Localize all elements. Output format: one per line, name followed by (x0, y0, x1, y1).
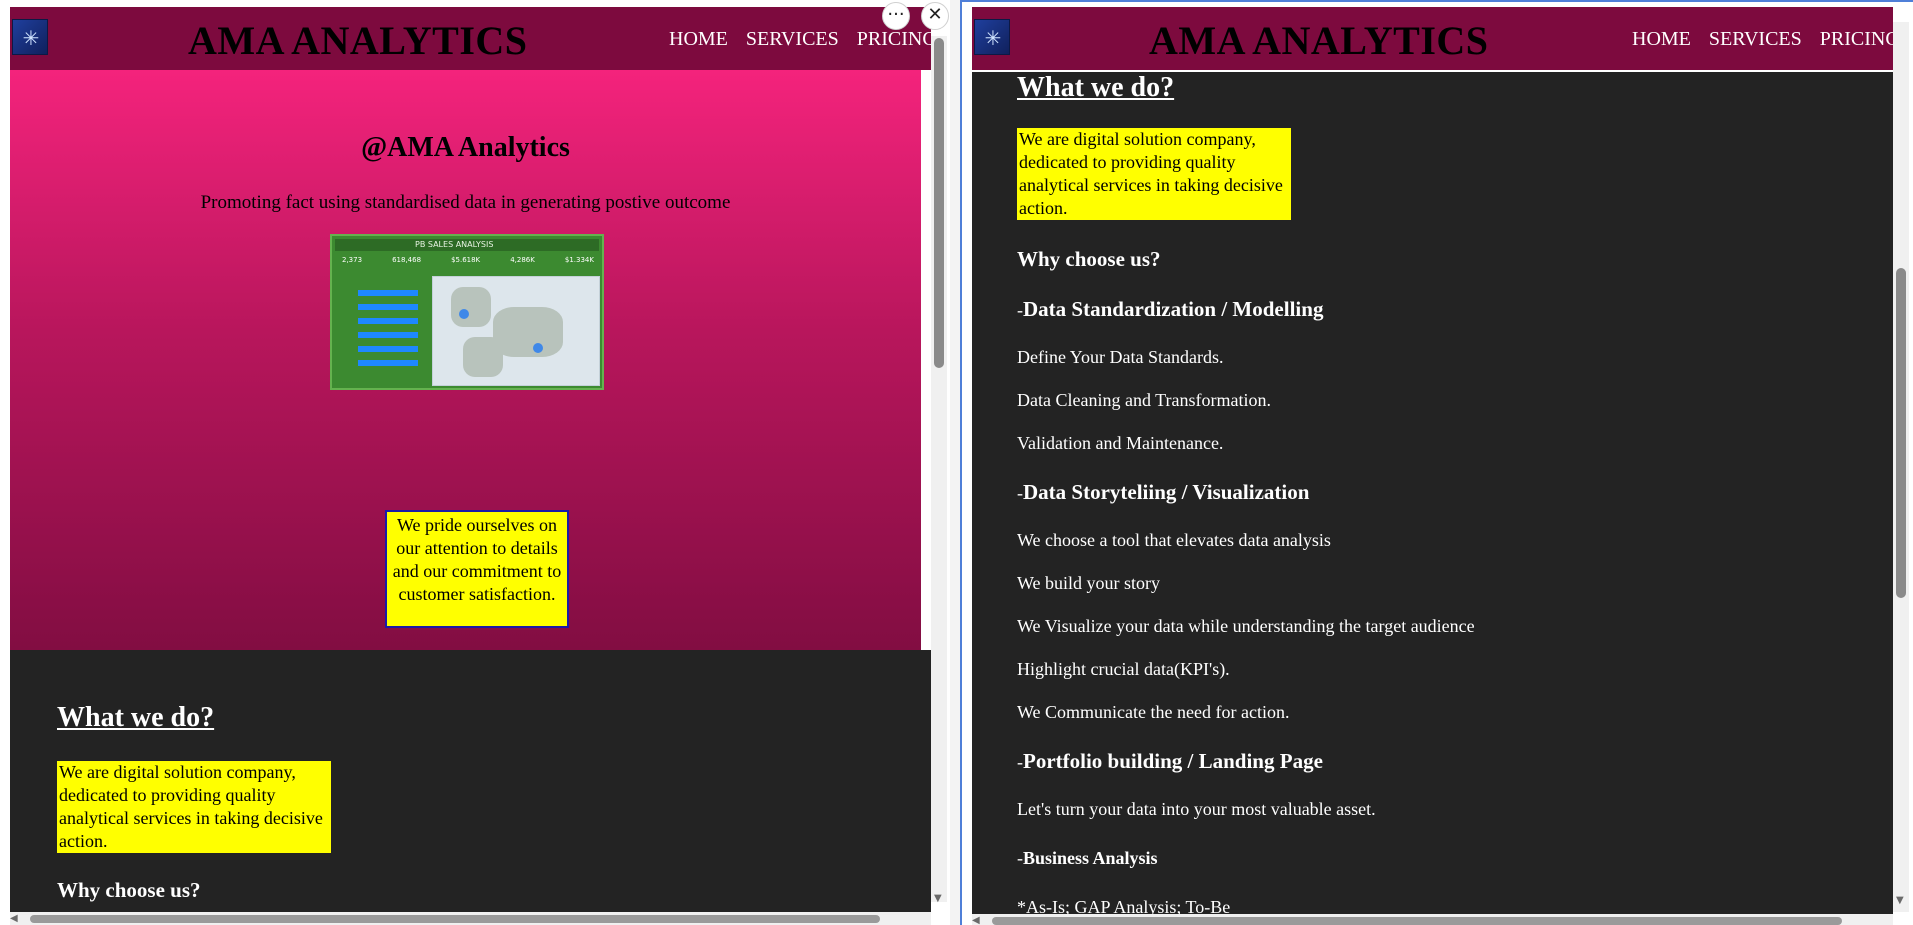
intro-highlight: We are digital solution company, dedicat… (1017, 128, 1291, 220)
right-vertical-scroll-thumb[interactable] (1896, 268, 1906, 598)
service-item: Let's turn your data into your most valu… (1017, 799, 1376, 819)
dashboard-preview-image: PB SALES ANALYSIS 2,373 618,468 $5.618K … (330, 234, 604, 390)
service-heading-portfolio: -Portfolio building / Landing Page (1017, 749, 1323, 774)
nav-pricing[interactable]: PRICING (857, 28, 937, 50)
site-header: ✳ AMA ANALYTICS HOME SERVICES PRICING (972, 7, 1900, 70)
dashboard-bar (358, 318, 418, 324)
top-nav: HOME SERVICES PRICING (669, 28, 950, 51)
map-landmass (493, 307, 563, 357)
service-item: Validation and Maintenance. (1017, 433, 1224, 453)
service-title: Data Storyteliing / Visualization (1023, 480, 1310, 504)
service-item: We Communicate the need for action. (1017, 702, 1290, 722)
intro-highlight: We are digital solution company, dedicat… (57, 761, 331, 853)
what-we-do-heading: What we do? (1017, 72, 1175, 103)
dashboard-bar (358, 290, 418, 296)
map-point (533, 343, 543, 353)
top-nav: HOME SERVICES PRICING (1632, 28, 1913, 51)
nav-pricing[interactable]: PRICING (1820, 28, 1900, 50)
scroll-left-arrow-icon[interactable]: ◀ (10, 913, 18, 924)
scroll-left-arrow-icon[interactable]: ◀ (972, 915, 980, 925)
right-browser-pane: What we do? We are digital solution comp… (960, 0, 1913, 925)
logo[interactable]: ✳ (12, 19, 48, 55)
service-title: Data Standardization / Modelling (1023, 297, 1324, 321)
kpi-value: $1.334K (564, 256, 594, 264)
map-point (459, 309, 469, 319)
map-landmass (451, 287, 491, 327)
left-horizontal-scroll-thumb[interactable] (30, 915, 880, 923)
kpi-value: $5.618K (451, 256, 481, 264)
dashboard-map (432, 276, 600, 386)
kpi-value: 4,286K (510, 256, 535, 264)
right-horizontal-scrollbar[interactable] (972, 914, 1893, 925)
dashboard-header-bar: PB SALES ANALYSIS (335, 239, 599, 251)
dashboard-bar (358, 304, 418, 310)
dashboard-kpis: 2,373 618,468 $5.618K 4,286K $1.334K (342, 256, 594, 274)
service-item: We build your story (1017, 573, 1161, 593)
service-item: Define Your Data Standards. (1017, 347, 1224, 367)
logo[interactable]: ✳ (974, 19, 1010, 55)
service-title: Portfolio building / Landing Page (1023, 749, 1323, 773)
brand-title: AMA ANALYTICS (1149, 18, 1489, 63)
dashboard-title: PB SALES ANALYSIS (415, 240, 494, 249)
service-item: Data Cleaning and Transformation. (1017, 390, 1271, 410)
map-landmass (463, 337, 503, 377)
left-vertical-scroll-thumb[interactable] (934, 38, 944, 368)
snowflake-logo-icon: ✳ (22, 26, 40, 50)
hero-subtitle: Promoting fact using standardised data i… (200, 192, 731, 213)
why-choose-heading: Why choose us? (57, 878, 201, 902)
close-pane-button[interactable]: ✕ (921, 2, 949, 30)
brand-title: AMA ANALYTICS (188, 18, 528, 63)
service-heading-business-analysis: -Business Analysis (1017, 848, 1158, 869)
dashboard-bar (358, 360, 418, 366)
why-choose-heading: Why choose us? (1017, 247, 1161, 271)
services-content: What we do? We are digital solution comp… (972, 72, 1893, 925)
site-header: ✳ AMA ANALYTICS HOME SERVICES PRICING (10, 7, 937, 70)
service-item: We Visualize your data while understandi… (1017, 616, 1475, 636)
more-options-button[interactable]: ··· (882, 2, 910, 30)
left-vertical-scrollbar[interactable] (931, 36, 947, 902)
service-title: Business Analysis (1023, 848, 1158, 868)
what-we-do-heading: What we do? (57, 702, 215, 733)
service-item: Highlight crucial data(KPI's). (1017, 659, 1230, 679)
snowflake-logo-icon: ✳ (984, 26, 1002, 50)
nav-services[interactable]: SERVICES (1709, 28, 1802, 50)
about-section: What we do? We are digital solution comp… (10, 650, 931, 912)
right-vertical-scrollbar[interactable] (1893, 22, 1909, 912)
nav-home[interactable]: HOME (669, 28, 728, 50)
service-heading-storytelling: -Data Storyteliing / Visualization (1017, 480, 1309, 505)
pride-callout: We pride ourselves on our attention to d… (385, 510, 569, 628)
kpi-value: 618,468 (392, 256, 422, 264)
dashboard-bar (358, 346, 418, 352)
dashboard-bar-chart (344, 286, 424, 386)
right-horizontal-scroll-thumb[interactable] (992, 917, 1842, 925)
service-heading-standardization: -Data Standardization / Modelling (1017, 297, 1323, 322)
left-horizontal-scrollbar[interactable] (10, 912, 931, 925)
pane-divider[interactable] (950, 0, 960, 925)
scroll-down-arrow-icon[interactable]: ▼ (934, 893, 942, 904)
service-item: We choose a tool that elevates data anal… (1017, 530, 1331, 550)
hero-title: @AMA Analytics (361, 132, 570, 163)
dashboard-bar (358, 332, 418, 338)
nav-home[interactable]: HOME (1632, 28, 1691, 50)
scroll-down-arrow-icon[interactable]: ▼ (1896, 895, 1904, 906)
hero-section: @AMA Analytics Promoting fact using stan… (10, 70, 921, 650)
kpi-value: 2,373 (342, 256, 363, 264)
left-browser-pane: ✳ AMA ANALYTICS HOME SERVICES PRICING @A… (0, 0, 950, 925)
nav-services[interactable]: SERVICES (746, 28, 839, 50)
